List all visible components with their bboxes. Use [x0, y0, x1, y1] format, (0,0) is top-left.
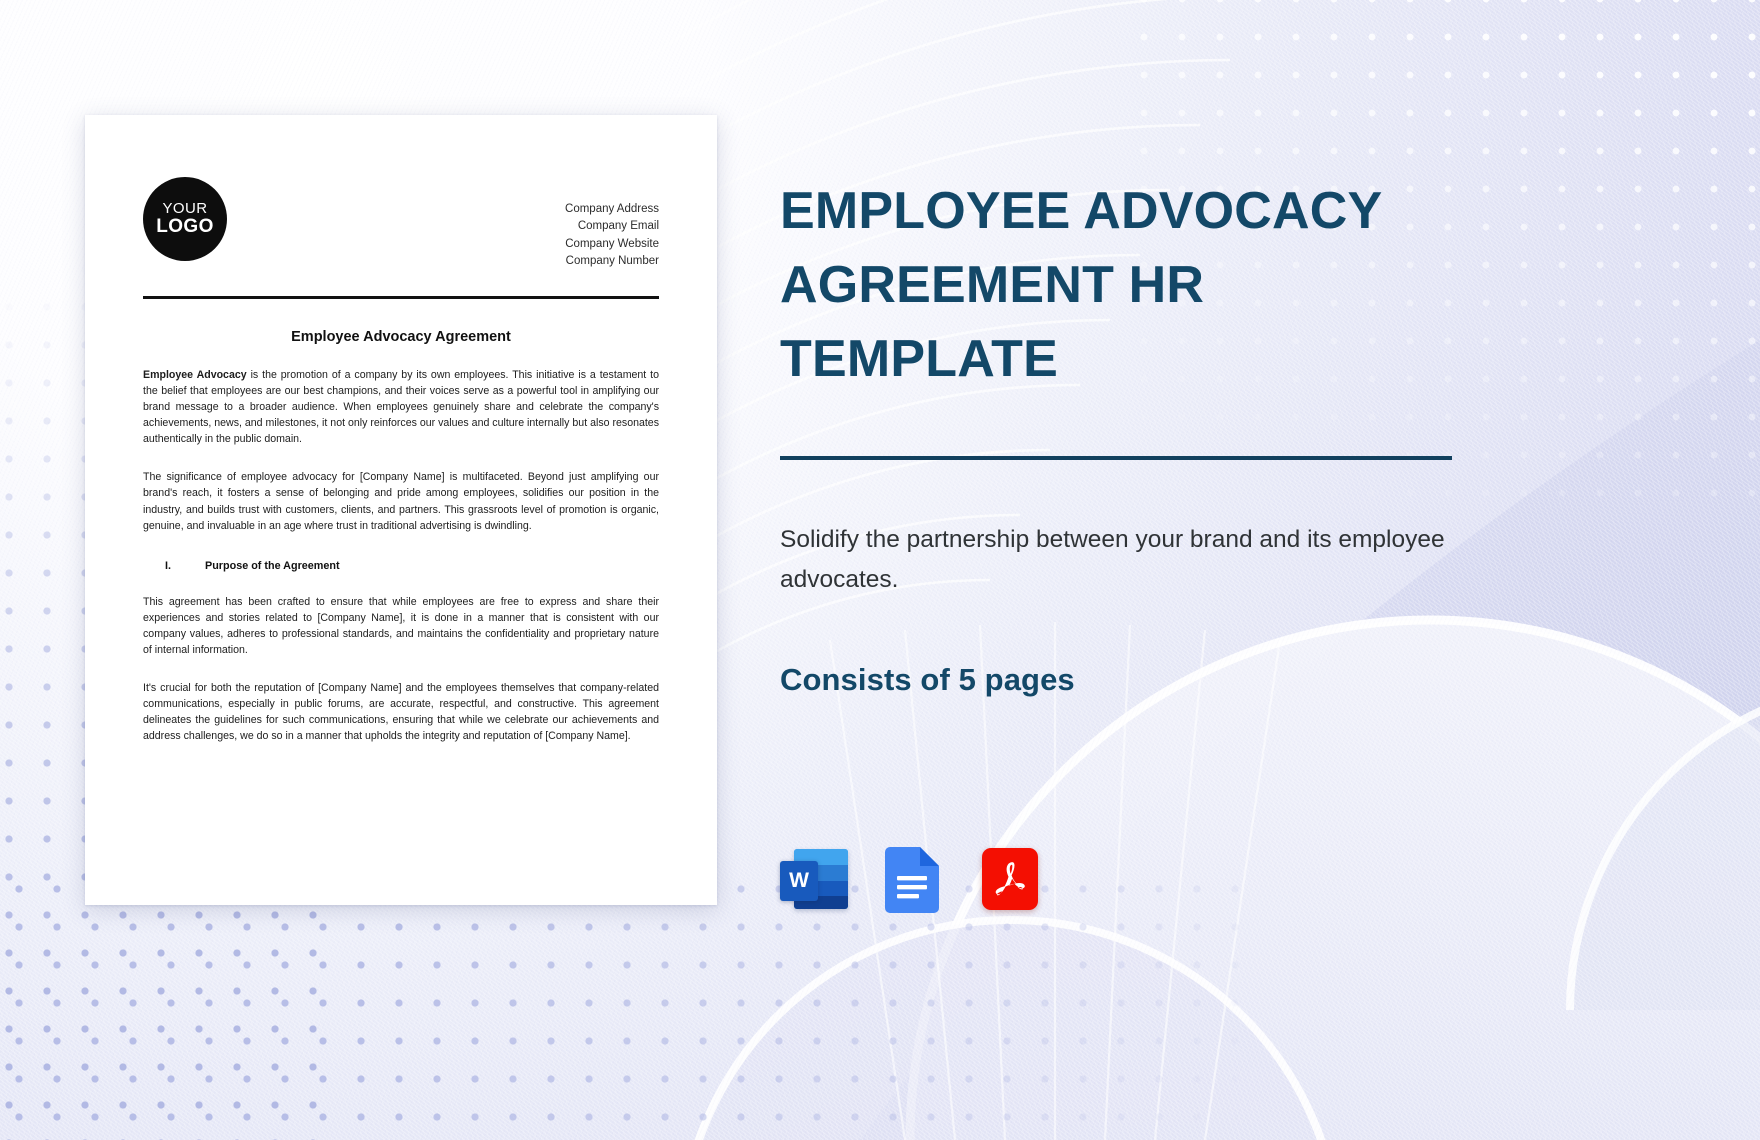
promo-column: Employee Advocacy Agreement HR Template … — [780, 175, 1480, 698]
section-number: I. — [165, 559, 171, 572]
document-paragraph-2: The significance of employee advocacy fo… — [143, 471, 659, 532]
google-docs-glyph — [885, 847, 939, 913]
company-address: Company Address — [565, 203, 659, 215]
adobe-acrobat-glyph — [995, 862, 1025, 896]
template-preview-banner: YOUR LOGO Company Address Company Email … — [0, 0, 1760, 1140]
document-title: Employee Advocacy Agreement — [291, 328, 511, 345]
logo-line-your: YOUR — [162, 199, 208, 217]
google-docs-icon[interactable] — [877, 845, 945, 913]
company-number: Company Number — [565, 255, 659, 268]
company-email: Company Email — [577, 220, 659, 233]
pdf-icon-tile — [982, 848, 1038, 910]
promo-headline: Employee Advocacy Agreement HR Template — [780, 182, 1382, 388]
document-preview-page[interactable]: YOUR LOGO Company Address Company Email … — [85, 115, 717, 905]
document-paragraph-1: Employee Advocacy is the promotion of a … — [143, 367, 659, 447]
company-logo-placeholder: YOUR LOGO — [143, 177, 227, 261]
promo-page-count: Consists of 5 pages — [780, 661, 1075, 697]
adobe-pdf-icon[interactable] — [974, 845, 1042, 913]
promo-subtitle: Solidify the partnership between your br… — [780, 526, 1445, 594]
logo-line-logo: LOGO — [156, 215, 214, 237]
section-title: Purpose of the Agreement — [205, 559, 340, 572]
header-divider-rule — [143, 295, 659, 299]
microsoft-word-icon[interactable]: W — [780, 845, 848, 913]
paragraph-1-lead-term: Employee Advocacy — [143, 368, 247, 381]
promo-divider-rule — [780, 456, 1452, 461]
company-contact-block: Company Address Company Email Company We… — [565, 177, 659, 271]
document-section-heading: I. Purpose of the Agreement — [143, 560, 659, 572]
word-icon-letter: W — [780, 861, 818, 901]
company-website: Company Website — [565, 237, 659, 250]
document-header: YOUR LOGO Company Address Company Email … — [143, 177, 659, 271]
file-format-icon-row: W — [780, 845, 1042, 913]
document-paragraph-4: It's crucial for both the reputation of … — [143, 682, 659, 743]
document-paragraph-3: This agreement has been crafted to ensur… — [143, 595, 659, 656]
